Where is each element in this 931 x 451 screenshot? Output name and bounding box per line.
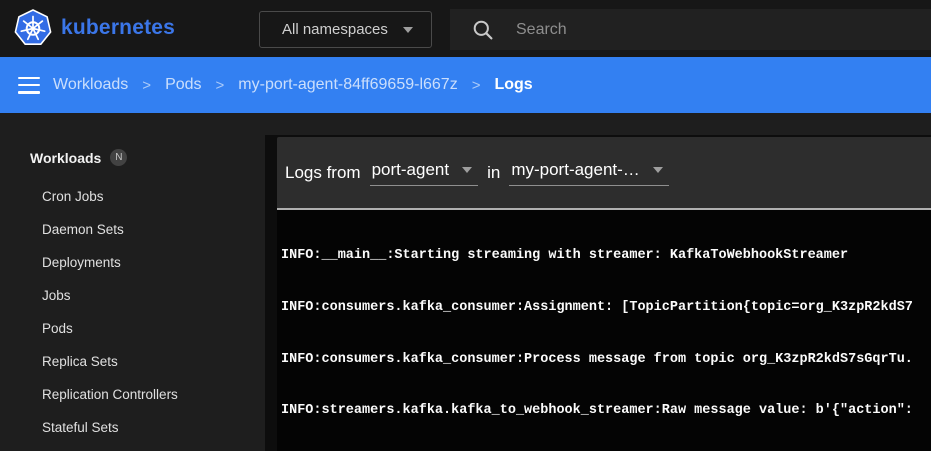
log-line: INFO:streamers.kafka.kafka_to_webhook_st… — [281, 402, 931, 419]
namespace-select[interactable]: All namespaces — [259, 11, 432, 48]
logs-card-header: Logs from port-agent in my-port-agent-… — [277, 137, 931, 208]
breadcrumb-separator: > — [216, 77, 225, 94]
main-area: Workloads N Cron Jobs Daemon Sets Deploy… — [0, 113, 931, 451]
breadcrumb-item-pods[interactable]: Pods — [165, 76, 201, 94]
sidebar-item-replica-sets[interactable]: Replica Sets — [0, 345, 265, 378]
log-line: INFO:__main__:Starting streaming with st… — [281, 247, 931, 264]
breadcrumb-separator: > — [472, 77, 481, 94]
sidebar-section-workloads[interactable]: Workloads N — [30, 149, 127, 166]
breadcrumb-item-pod-name[interactable]: my-port-agent-84ff69659-l667z — [238, 76, 457, 94]
chevron-down-icon — [653, 167, 663, 173]
container-select-value: port-agent — [372, 160, 450, 180]
breadcrumb-separator: > — [142, 77, 151, 94]
breadcrumb-current-logs: Logs — [494, 76, 532, 94]
search-icon — [472, 19, 494, 41]
sidebar-item-jobs[interactable]: Jobs — [0, 279, 265, 312]
pod-select[interactable]: my-port-agent-… — [509, 160, 668, 186]
sidebar-item-pods[interactable]: Pods — [0, 312, 265, 345]
namespaced-badge: N — [110, 149, 127, 166]
content-area: Logs from port-agent in my-port-agent-… … — [265, 113, 931, 451]
container-select[interactable]: port-agent — [370, 160, 479, 186]
brand-home-link[interactable]: kubernetes — [14, 9, 175, 47]
sidebar-section-label: Workloads — [30, 150, 101, 166]
sidebar-item-deployments[interactable]: Deployments — [0, 246, 265, 279]
chevron-down-icon — [403, 27, 413, 33]
content-top-strip — [265, 113, 931, 135]
search-box[interactable] — [450, 9, 931, 50]
chevron-down-icon — [462, 167, 472, 173]
sidebar: Workloads N Cron Jobs Daemon Sets Deploy… — [0, 113, 265, 451]
sidebar-item-cron-jobs[interactable]: Cron Jobs — [0, 180, 265, 213]
breadcrumb-item-workloads[interactable]: Workloads — [53, 76, 128, 94]
log-view[interactable]: INFO:__main__:Starting streaming with st… — [277, 210, 931, 451]
sidebar-items: Cron Jobs Daemon Sets Deployments Jobs P… — [0, 180, 265, 444]
logs-title-prefix: Logs from — [285, 163, 361, 183]
sidebar-item-replication-controllers[interactable]: Replication Controllers — [0, 378, 265, 411]
breadcrumb-bar: Workloads > Pods > my-port-agent-84ff696… — [0, 57, 931, 113]
breadcrumb: Workloads > Pods > my-port-agent-84ff696… — [53, 76, 533, 94]
top-bar: kubernetes All namespaces — [0, 0, 931, 57]
logs-card: Logs from port-agent in my-port-agent-… … — [277, 137, 931, 451]
sidebar-item-daemon-sets[interactable]: Daemon Sets — [0, 213, 265, 246]
namespace-select-value: All namespaces — [282, 21, 403, 38]
log-line: INFO:consumers.kafka_consumer:Assignment… — [281, 299, 931, 316]
logs-title-infix: in — [487, 163, 500, 183]
log-line: INFO:consumers.kafka_consumer:Process me… — [281, 351, 931, 368]
brand-title: kubernetes — [61, 16, 175, 40]
kubernetes-dashboard: kubernetes All namespaces Workloads > Po… — [0, 0, 931, 451]
pod-select-value: my-port-agent-… — [511, 160, 639, 180]
kubernetes-logo-icon — [14, 9, 52, 47]
menu-icon[interactable] — [18, 77, 40, 94]
sidebar-item-stateful-sets[interactable]: Stateful Sets — [0, 411, 265, 444]
search-input[interactable] — [516, 21, 846, 39]
